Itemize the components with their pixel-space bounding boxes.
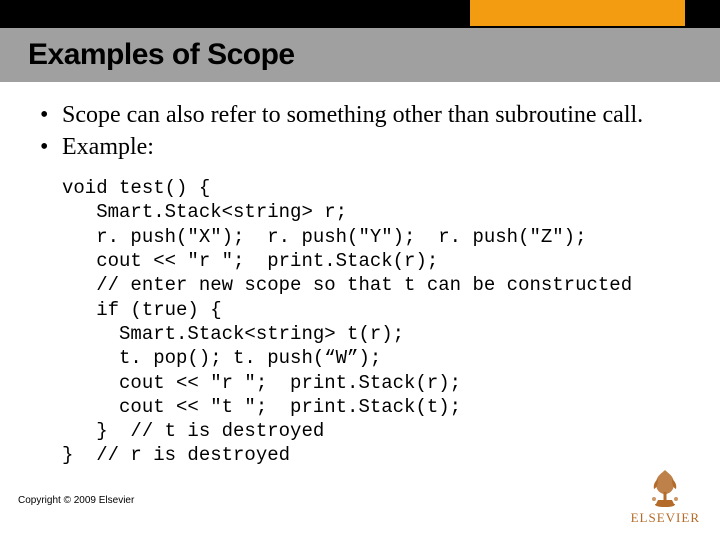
bullet-dot-icon: •: [40, 132, 62, 162]
bullet-dot-icon: •: [40, 100, 62, 130]
publisher-logo: ELSEVIER: [631, 464, 700, 526]
bullet-item: • Example:: [40, 132, 680, 162]
publisher-name: ELSEVIER: [631, 510, 700, 526]
bullet-list: • Scope can also refer to something othe…: [40, 100, 680, 162]
slide-body: • Scope can also refer to something othe…: [40, 100, 680, 468]
elsevier-tree-icon: [644, 464, 686, 508]
slide: Examples of Scope • Scope can also refer…: [0, 0, 720, 540]
code-block: void test() { Smart.Stack<string> r; r. …: [62, 176, 680, 468]
bullet-text: Scope can also refer to something other …: [62, 100, 643, 130]
bullet-item: • Scope can also refer to something othe…: [40, 100, 680, 130]
bullet-text: Example:: [62, 132, 154, 162]
title-bar: Examples of Scope: [0, 28, 720, 82]
slide-title: Examples of Scope: [28, 38, 295, 72]
copyright-text: Copyright © 2009 Elsevier: [18, 495, 134, 506]
orange-accent-box: [470, 0, 685, 26]
